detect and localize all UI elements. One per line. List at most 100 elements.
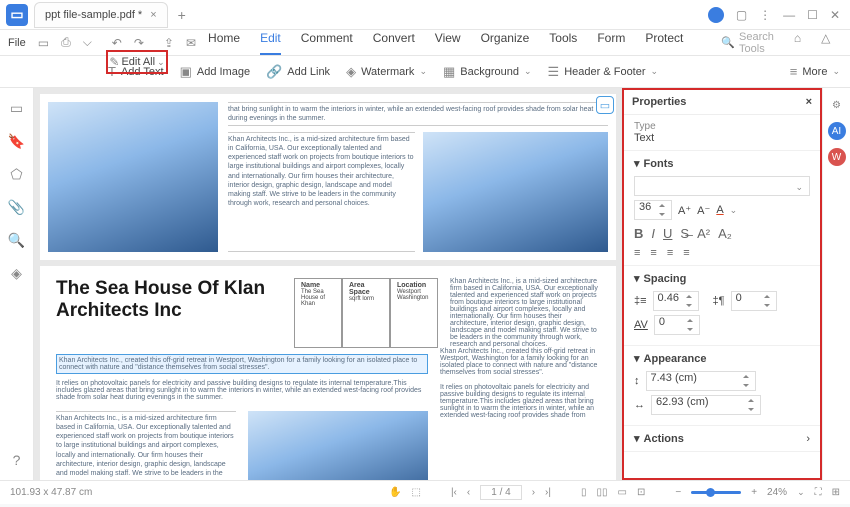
align-justify-icon[interactable]: ≡: [683, 247, 689, 259]
settings-icon[interactable]: ⚙: [828, 96, 846, 114]
watermark-button[interactable]: ◈Watermark⌄: [346, 64, 427, 80]
thumbnails-icon[interactable]: ▭: [10, 100, 23, 117]
font-color-icon[interactable]: A: [716, 204, 723, 216]
align-center-icon[interactable]: ≡: [650, 247, 656, 259]
share-icon[interactable]: ⇪: [164, 36, 174, 50]
zoom-in-icon[interactable]: +: [751, 487, 757, 498]
left-column-text[interactable]: Khan Architects Inc., is a mid-sized arc…: [56, 411, 236, 480]
zoom-slider[interactable]: [691, 491, 741, 494]
maximize-button[interactable]: ☐: [807, 8, 818, 22]
add-link-button[interactable]: 🔗Add Link: [266, 64, 330, 80]
search-tools[interactable]: 🔍 Search Tools: [721, 31, 774, 55]
user-avatar[interactable]: [708, 7, 724, 23]
menu-home[interactable]: Home: [208, 31, 240, 55]
increase-font-icon[interactable]: A⁺: [678, 204, 691, 217]
building-image-1[interactable]: [48, 102, 218, 252]
word-icon[interactable]: W: [828, 148, 846, 166]
fit-page-icon[interactable]: ⊡: [637, 487, 645, 498]
menu-view[interactable]: View: [435, 31, 461, 55]
menu-convert[interactable]: Convert: [373, 31, 415, 55]
close-tab-icon[interactable]: ×: [150, 9, 156, 21]
zoom-out-icon[interactable]: −: [675, 487, 681, 498]
info-table[interactable]: NameThe Sea House of Khan Area Spacesqrf…: [294, 278, 438, 348]
subscript-icon[interactable]: A₂: [718, 226, 732, 241]
more-button[interactable]: ≡More⌄: [790, 64, 840, 79]
ai-icon[interactable]: AI: [828, 122, 846, 140]
save-icon[interactable]: ⎙: [61, 35, 71, 50]
mail-icon[interactable]: ✉: [186, 36, 196, 50]
print-icon[interactable]: ⌵: [83, 35, 92, 50]
superscript-icon[interactable]: A²: [697, 226, 710, 241]
menu-comment[interactable]: Comment: [301, 31, 353, 55]
help-icon[interactable]: ?: [13, 452, 21, 468]
page-title[interactable]: The Sea House Of Klan Architects Inc: [56, 278, 282, 348]
kebab-menu-icon[interactable]: ⋮: [759, 8, 771, 22]
menu-protect[interactable]: Protect: [645, 31, 683, 55]
body-text-block[interactable]: Khan Architects Inc., is a mid-sized arc…: [228, 132, 415, 252]
document-tab[interactable]: ppt file-sample.pdf * ×: [34, 2, 168, 28]
right-text-1[interactable]: Khan Architects Inc., is a mid-sized arc…: [450, 278, 600, 348]
close-button[interactable]: ✕: [830, 8, 840, 22]
select-tool-icon[interactable]: ⬚: [412, 487, 421, 498]
menu-form[interactable]: Form: [597, 31, 625, 55]
redo-icon[interactable]: ↷: [134, 36, 144, 50]
fit-width-icon[interactable]: ⛶: [815, 487, 822, 498]
attachments-icon[interactable]: 📎: [8, 199, 25, 216]
first-page-icon[interactable]: |‹: [451, 487, 457, 498]
collapse-icon[interactable]: ▾: [634, 432, 640, 445]
open-icon[interactable]: ▭: [38, 36, 49, 50]
char-spacing-input[interactable]: 0: [654, 315, 700, 335]
line-spacing-input[interactable]: 0.46: [653, 291, 699, 311]
right-text-2[interactable]: Khan Architects Inc., created this off-g…: [440, 348, 600, 376]
menu-tools[interactable]: Tools: [549, 31, 577, 55]
caption-text[interactable]: that bring sunlight in to warm the inter…: [228, 102, 608, 126]
hand-tool-icon[interactable]: ✋: [389, 487, 401, 498]
comments-icon[interactable]: ⬠: [10, 166, 22, 183]
next-page-icon[interactable]: ›: [532, 487, 535, 498]
underline-icon[interactable]: U: [663, 226, 672, 241]
last-page-icon[interactable]: ›|: [545, 487, 551, 498]
collapse-icon[interactable]: ▾: [634, 352, 640, 365]
font-size-input[interactable]: 36: [634, 200, 672, 220]
chevron-right-icon[interactable]: ›: [806, 433, 810, 445]
collapse-icon[interactable]: ▾: [634, 157, 640, 170]
window-restore-icon[interactable]: ▢: [736, 8, 747, 22]
fullscreen-icon[interactable]: ⊞: [832, 487, 840, 498]
continuous-page-icon[interactable]: ▯▯: [597, 487, 608, 498]
selected-text-block[interactable]: Khan Architects Inc., created this off-g…: [56, 354, 428, 374]
new-tab-button[interactable]: +: [178, 7, 186, 23]
background-button[interactable]: ▦Background⌄: [443, 64, 532, 80]
font-family-select[interactable]: ⌄: [634, 176, 810, 196]
close-properties-icon[interactable]: ×: [806, 96, 812, 108]
add-image-button[interactable]: ▣Add Image: [180, 64, 251, 80]
layers-icon[interactable]: ◈: [11, 265, 22, 282]
edit-all-button[interactable]: ✎ Edit All ⌄: [106, 50, 168, 74]
bold-icon[interactable]: B: [634, 226, 643, 241]
building-image-2[interactable]: [423, 132, 608, 252]
minimize-button[interactable]: —: [783, 8, 795, 22]
paragraph-spacing-input[interactable]: 0: [731, 291, 777, 311]
building-image-3[interactable]: [248, 411, 428, 480]
file-menu[interactable]: File: [8, 37, 26, 49]
single-page-icon[interactable]: ▯: [581, 487, 587, 498]
bookmarks-icon[interactable]: 🔖: [8, 133, 25, 150]
menu-organize[interactable]: Organize: [481, 31, 530, 55]
document-view[interactable]: that bring sunlight in to warm the inter…: [34, 88, 622, 480]
height-input[interactable]: 62.93 (cm): [651, 395, 761, 415]
italic-icon[interactable]: I: [651, 226, 655, 241]
body-text[interactable]: It relies on photovoltaic panels for ele…: [56, 380, 428, 401]
undo-icon[interactable]: ↶: [112, 36, 122, 50]
align-right-icon[interactable]: ≡: [667, 247, 673, 259]
width-input[interactable]: 7.43 (cm): [646, 371, 756, 391]
zoom-value[interactable]: 24%: [767, 487, 787, 498]
two-page-icon[interactable]: ▭: [618, 487, 627, 498]
header-footer-button[interactable]: ☰Header & Footer⌄: [548, 64, 659, 80]
menu-edit[interactable]: Edit: [260, 31, 281, 55]
up-icon[interactable]: △: [821, 31, 830, 55]
strikethrough-icon[interactable]: S̶: [680, 226, 689, 241]
object-edit-icon[interactable]: ▭: [596, 96, 614, 114]
prev-page-icon[interactable]: ‹: [467, 487, 470, 498]
home-icon[interactable]: ⌂: [794, 31, 801, 55]
search-panel-icon[interactable]: 🔍: [8, 232, 25, 249]
right-text-3[interactable]: It relies on photovoltaic panels for ele…: [440, 384, 600, 419]
